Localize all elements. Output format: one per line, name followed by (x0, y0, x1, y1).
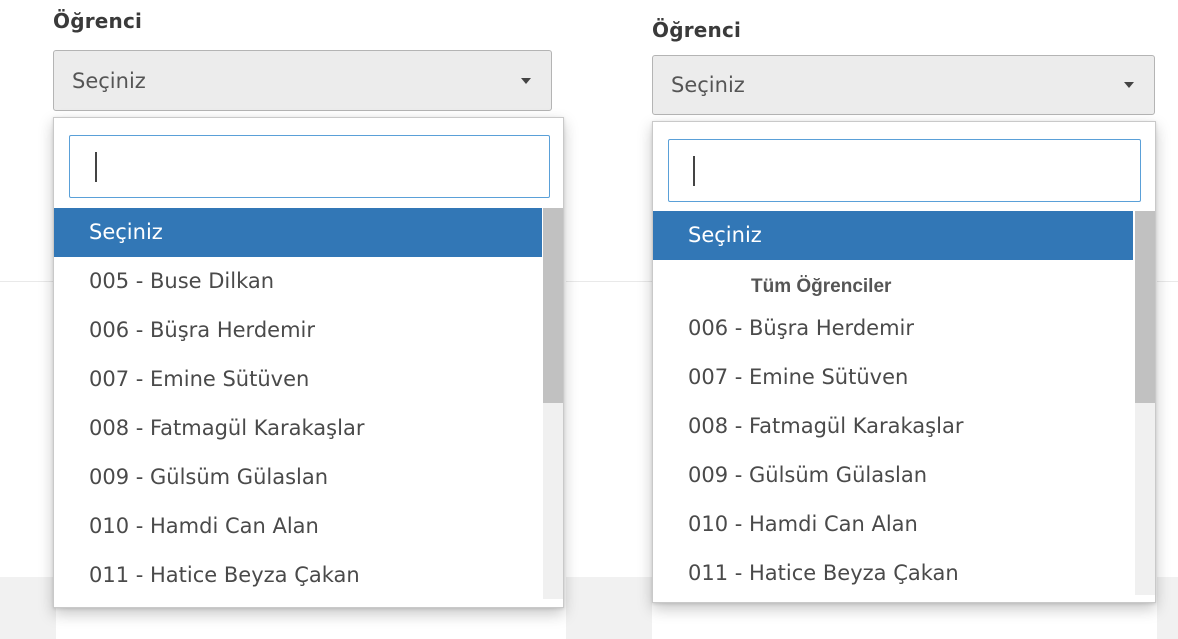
scrollbar[interactable] (1135, 211, 1155, 595)
list-item-selected[interactable]: Seçiniz (653, 211, 1133, 260)
list-item[interactable]: 006 - Büşra Herdemir (54, 306, 542, 355)
list-item[interactable]: 008 - Fatmagül Karakaşlar (653, 402, 1133, 451)
select-value: Seçiniz (671, 73, 745, 97)
scrollbar-thumb[interactable] (543, 208, 563, 403)
list-item[interactable]: 009 - Gülsüm Gülaslan (54, 453, 542, 502)
student-select[interactable]: Seçiniz (53, 50, 552, 111)
list-item[interactable]: 005 - Buse Dilkan (54, 257, 542, 306)
text-cursor (693, 156, 695, 186)
student-select-panel-left: Öğrenci Seçiniz Seçiniz 005 - Buse Dilkan… (0, 0, 600, 639)
list-item[interactable]: 009 - Gülsüm Gülaslan (653, 451, 1133, 500)
list-item[interactable]: 011 - Hatice Beyza Çakan (54, 551, 542, 600)
search-input[interactable] (69, 135, 550, 198)
option-list: Seçiniz Tüm Öğrenciler 006 - Büşra Herde… (653, 211, 1133, 601)
list-item[interactable]: 007 - Emine Sütüven (54, 355, 542, 404)
list-item-selected[interactable]: Seçiniz (54, 208, 542, 257)
field-label: Öğrenci (53, 9, 143, 33)
scrollbar-thumb[interactable] (1135, 211, 1155, 403)
dropdown-menu: Seçiniz Tüm Öğrenciler 006 - Büşra Herde… (652, 121, 1156, 603)
student-select-panel-right: Öğrenci Seçiniz Seçiniz Tüm Öğrenciler 0… (600, 0, 1178, 639)
list-item[interactable]: 007 - Emine Sütüven (653, 353, 1133, 402)
scrollbar[interactable] (543, 208, 563, 599)
list-item[interactable]: 010 - Hamdi Can Alan (653, 500, 1133, 549)
list-item[interactable]: 011 - Hatice Beyza Çakan (653, 549, 1133, 598)
list-item[interactable]: 006 - Büşra Herdemir (653, 304, 1133, 353)
dropdown-menu: Seçiniz 005 - Buse Dilkan 006 - Büşra Herd… (53, 117, 564, 608)
text-cursor (95, 152, 97, 182)
select-value: Seçiniz (72, 68, 146, 93)
caret-down-icon (1124, 82, 1134, 88)
group-label: Tüm Öğrenciler (751, 276, 892, 297)
caret-down-icon (521, 77, 531, 84)
search-input[interactable] (668, 139, 1141, 202)
option-list: Seçiniz 005 - Buse Dilkan 006 - Büşra Herd… (54, 208, 542, 606)
field-label: Öğrenci (652, 18, 742, 42)
list-item[interactable]: 010 - Hamdi Can Alan (54, 502, 542, 551)
student-select[interactable]: Seçiniz (652, 55, 1155, 115)
list-item[interactable]: 008 - Fatmagül Karakaşlar (54, 404, 542, 453)
